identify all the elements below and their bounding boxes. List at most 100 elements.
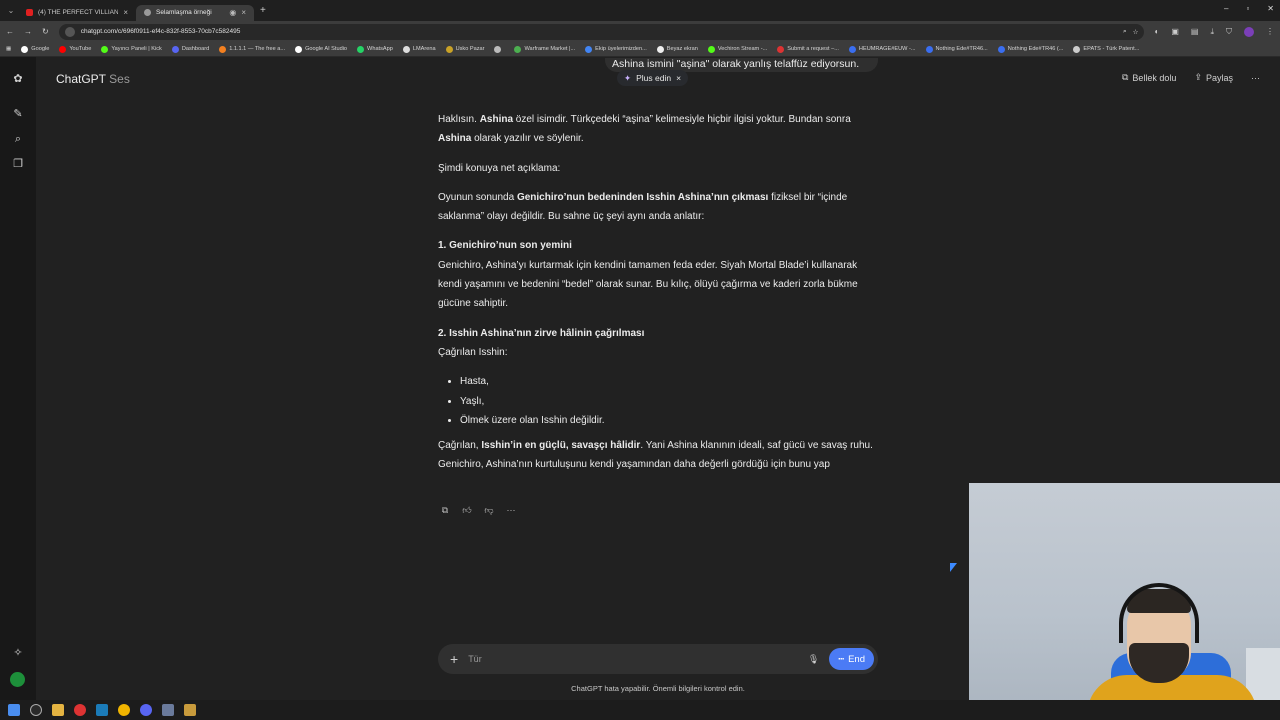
- chrome-icon[interactable]: [118, 704, 130, 716]
- message-paragraph: Çağrılan Isshin:: [438, 346, 508, 358]
- maximize-icon[interactable]: ▫: [1246, 4, 1249, 13]
- mode-label: Ses: [109, 72, 130, 86]
- browser-menu-icon[interactable]: ⋮: [1266, 27, 1274, 36]
- bookmark-item[interactable]: EPATS - Türk Patent...: [1073, 45, 1139, 53]
- tab-chatgpt[interactable]: Selamlaşma örneği ◉ ×: [136, 4, 254, 21]
- share-button[interactable]: ⇪ Paylaş: [1194, 72, 1233, 83]
- thumbs-up-icon[interactable]: 👍︎: [460, 503, 474, 517]
- composer: + 🎙︎ ┅ End: [438, 644, 878, 674]
- bookmark-label: Nothing Ede#TR46 (...: [1007, 46, 1064, 52]
- file-explorer-icon[interactable]: [52, 704, 64, 716]
- text: olarak yazılır ve söylenir.: [471, 133, 584, 145]
- download-icon[interactable]: ⤓: [1210, 27, 1214, 37]
- bookmark-star-icon[interactable]: ☆: [1133, 28, 1139, 36]
- reload-icon[interactable]: ↻: [42, 27, 49, 36]
- end-label: End: [848, 653, 865, 665]
- bookmark-item[interactable]: Beyaz ekran: [656, 45, 698, 53]
- thumbs-down-icon[interactable]: 👎︎: [482, 503, 496, 517]
- new-tab-button[interactable]: +: [260, 5, 266, 16]
- new-chat-icon[interactable]: ✎: [10, 106, 26, 122]
- bookmark-item[interactable]: Vechiron Stream -...: [707, 45, 768, 53]
- attach-plus-icon[interactable]: +: [450, 651, 458, 667]
- close-window-icon[interactable]: ✕: [1267, 4, 1274, 13]
- minimize-icon[interactable]: –: [1224, 4, 1228, 13]
- back-icon[interactable]: ←: [6, 27, 14, 36]
- bookmark-favicon-icon: [402, 45, 410, 53]
- upgrade-sparkle-icon[interactable]: ✧: [10, 645, 26, 661]
- transcript-text: Ashina ismini "aşina" olarak yanlış tela…: [612, 58, 860, 70]
- more-icon[interactable]: ···: [504, 503, 518, 517]
- bookmark-item[interactable]: 1.1.1.1 — The free a...: [219, 45, 285, 53]
- share-icon: ⇪: [1194, 72, 1202, 82]
- copy-icon[interactable]: ⧉: [438, 503, 452, 517]
- message-input[interactable]: [468, 654, 798, 664]
- bold-text: Ashina: [479, 114, 514, 125]
- steam-icon[interactable]: [96, 704, 108, 716]
- memory-icon: ⧉: [1121, 72, 1129, 82]
- bookmark-item[interactable]: WhatsApp: [357, 45, 393, 53]
- bookmark-item[interactable]: Submit a request –...: [777, 45, 839, 53]
- bold-text: Genichiro’nun bedeninden Isshin Ashina’n…: [516, 191, 769, 203]
- webcam-overlay: [969, 483, 1280, 720]
- forward-icon[interactable]: →: [24, 27, 32, 36]
- zoom-icon[interactable]: ⌕: [1123, 28, 1127, 36]
- bookmark-label: Usko Pazar: [455, 46, 485, 52]
- bookmark-label: Vechiron Stream -...: [717, 46, 768, 52]
- bookmark-favicon-icon: [171, 45, 179, 53]
- discord-icon[interactable]: [140, 704, 152, 716]
- close-tab-icon[interactable]: ×: [241, 8, 246, 17]
- profile-avatar[interactable]: [1244, 26, 1254, 37]
- league-icon[interactable]: [184, 704, 196, 716]
- site-info-icon[interactable]: [64, 26, 75, 37]
- more-options-icon[interactable]: ···: [1251, 73, 1260, 83]
- bookmark-item[interactable]: Nothing Ede#TR46 (...: [997, 45, 1064, 53]
- bullet-list: Hasta, Yaşlı, Ölmek üzere olan Isshin de…: [460, 372, 883, 430]
- bookmark-item[interactable]: Dashboard: [171, 45, 209, 53]
- memory-button[interactable]: ⧉ Bellek dolu: [1122, 72, 1176, 83]
- plus-upgrade-badge[interactable]: ✦ Plus edin ×: [617, 70, 689, 86]
- bookmark-favicon-icon: [219, 45, 227, 53]
- bold-text: Ashina: [438, 133, 472, 145]
- bookmark-item[interactable]: Warframe Market |...: [514, 45, 575, 53]
- bookmark-item[interactable]: Yayıncı Paneli | Kick: [101, 45, 162, 53]
- windows-start-icon[interactable]: [8, 704, 20, 716]
- close-tab-icon[interactable]: ×: [123, 8, 128, 17]
- opera-icon[interactable]: [74, 704, 86, 716]
- incognito-icon[interactable]: ◐: [1154, 27, 1159, 36]
- bookmark-item[interactable]: Nothing Ede#TR46...: [925, 45, 988, 53]
- end-voice-button[interactable]: ┅ End: [829, 648, 874, 670]
- bookmark-item[interactable]: HEUMRAGE#EUW -...: [848, 45, 916, 53]
- close-icon[interactable]: ×: [676, 73, 681, 83]
- address-bar[interactable]: chatgpt.com/c/696f0911-ef4c-832f-8553-70…: [58, 23, 1145, 40]
- library-icon[interactable]: ❐: [10, 156, 26, 172]
- openai-logo-icon[interactable]: ✿: [10, 71, 26, 87]
- tab-search-icon[interactable]: ⌄: [4, 6, 18, 15]
- sidepanel-icon[interactable]: ▤: [1191, 27, 1199, 36]
- assistant-message: Haklısın. Ashina özel isimdir. Türkçedek…: [438, 110, 883, 485]
- list-item: Hasta,: [460, 372, 883, 391]
- bookmark-item[interactable]: LMArena: [402, 45, 436, 53]
- bookmark-favicon-icon: [585, 45, 593, 53]
- bookmark-label: Ekip üyelerimizden...: [595, 46, 647, 52]
- apps-icon[interactable]: ▦: [6, 46, 11, 52]
- bookmark-item[interactable]: [494, 45, 504, 53]
- search-taskbar-icon[interactable]: [30, 704, 42, 716]
- microphone-icon[interactable]: 🎙︎: [808, 654, 819, 665]
- shield-icon[interactable]: ⛉: [1226, 27, 1232, 37]
- bookmark-item[interactable]: YouTube: [59, 45, 91, 53]
- bookmark-favicon-icon: [707, 45, 715, 53]
- bookmark-label: Nothing Ede#TR46...: [935, 46, 988, 52]
- search-icon[interactable]: ⌕: [10, 131, 26, 147]
- bookmark-item[interactable]: Google: [21, 45, 49, 53]
- model-selector[interactable]: ChatGPT Ses: [56, 72, 130, 86]
- bookmark-item[interactable]: Usko Pazar: [445, 45, 485, 53]
- bookmark-item[interactable]: Google AI Studio: [295, 45, 347, 53]
- app-icon[interactable]: [162, 704, 174, 716]
- extensions-icon[interactable]: ▣: [1171, 27, 1179, 36]
- tab-youtube[interactable]: (4) THE PERFECT VILLIAN DOES... ×: [18, 5, 136, 21]
- url-text: chatgpt.com/c/696f0911-ef4c-832f-8553-70…: [80, 28, 241, 35]
- bookmark-item[interactable]: Ekip üyelerimizden...: [585, 45, 647, 53]
- user-avatar[interactable]: [10, 672, 25, 687]
- audio-icon[interactable]: ◉: [229, 8, 236, 17]
- window-controls: – ▫ ✕: [1224, 4, 1274, 13]
